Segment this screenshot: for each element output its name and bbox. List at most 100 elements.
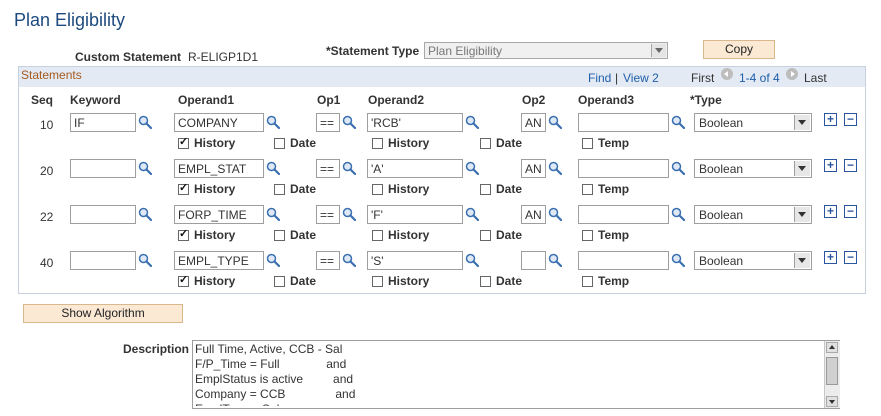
operand1-history-checkbox[interactable] (178, 273, 189, 287)
operand3-temp-checkbox[interactable] (582, 230, 593, 241)
operand1-date-checkbox[interactable] (274, 230, 285, 241)
keyword-input[interactable]: IF (70, 113, 136, 132)
op1-input[interactable]: == (316, 159, 340, 178)
operand3-lookup-icon[interactable] (671, 253, 686, 268)
op2-lookup-icon[interactable] (548, 161, 563, 176)
op2-input[interactable]: AN (521, 113, 546, 132)
type-select[interactable]: Boolean (694, 251, 812, 270)
add-row-button[interactable]: + (824, 205, 837, 218)
operand1-input[interactable]: EMPL_STAT (174, 159, 264, 178)
op1-lookup-icon[interactable] (342, 207, 357, 222)
op2-lookup-icon[interactable] (548, 207, 563, 222)
statement-type-select[interactable]: Plan Eligibility (424, 42, 668, 59)
op1-lookup-icon[interactable] (342, 161, 357, 176)
show-algorithm-button[interactable]: Show Algorithm (23, 304, 183, 323)
scroll-down-icon[interactable] (826, 396, 838, 407)
operand1-date-checkbox[interactable] (274, 138, 285, 149)
operand2-history-checkbox[interactable] (372, 138, 383, 149)
find-link[interactable]: Find (588, 71, 611, 85)
keyword-input[interactable] (70, 159, 136, 178)
operand1-input[interactable]: COMPANY (174, 113, 264, 132)
operand1-date-label: Date (290, 182, 317, 196)
operand2-history-checkbox[interactable] (372, 276, 383, 287)
operand3-temp-checkbox[interactable] (582, 184, 593, 195)
remove-row-button[interactable]: − (844, 159, 857, 172)
op1-lookup-icon[interactable] (342, 115, 357, 130)
operand2-lookup-icon[interactable] (465, 115, 480, 130)
op1-lookup-icon[interactable] (342, 253, 357, 268)
statements-title: Statements (21, 68, 82, 82)
type-value: Boolean (699, 254, 744, 268)
operand1-date-checkbox[interactable] (274, 184, 285, 195)
operand1-lookup-icon[interactable] (266, 161, 281, 176)
col-keyword: Keyword (70, 93, 121, 107)
previous-arrow-icon[interactable] (721, 68, 733, 80)
op1-input[interactable]: == (316, 205, 340, 224)
operand2-date-checkbox[interactable] (480, 230, 491, 241)
operand2-history-checkbox[interactable] (372, 230, 383, 241)
op2-input[interactable]: AN (521, 205, 546, 224)
operand3-input[interactable] (578, 205, 669, 224)
operand1-lookup-icon[interactable] (266, 115, 281, 130)
operand2-input[interactable]: 'F' (367, 205, 463, 224)
scroll-up-icon[interactable] (826, 342, 838, 353)
operand3-input[interactable] (578, 251, 669, 270)
operand3-lookup-icon[interactable] (671, 161, 686, 176)
operand2-lookup-icon[interactable] (465, 161, 480, 176)
operand3-temp-checkbox[interactable] (582, 138, 593, 149)
operand2-history-checkbox[interactable] (372, 184, 383, 195)
operand2-input[interactable]: 'RCB' (367, 113, 463, 132)
op1-input[interactable]: == (316, 251, 340, 270)
operand2-lookup-icon[interactable] (465, 207, 480, 222)
operand3-lookup-icon[interactable] (671, 115, 686, 130)
keyword-input[interactable] (70, 205, 136, 224)
operand3-temp-checkbox[interactable] (582, 276, 593, 287)
operand2-input[interactable]: 'S' (367, 251, 463, 270)
operand1-lookup-icon[interactable] (266, 253, 281, 268)
next-arrow-icon[interactable] (786, 68, 798, 80)
chevron-down-icon (794, 207, 810, 222)
operand3-input[interactable] (578, 159, 669, 178)
operand2-date-label: Date (496, 228, 523, 242)
type-select[interactable]: Boolean (694, 113, 812, 132)
type-select[interactable]: Boolean (694, 159, 812, 178)
description-scrollbar[interactable] (824, 341, 840, 408)
operand3-lookup-icon[interactable] (671, 207, 686, 222)
operand2-input[interactable]: 'A' (367, 159, 463, 178)
scroll-thumb[interactable] (826, 357, 838, 385)
plus-icon: + (826, 204, 834, 218)
operand1-date-checkbox[interactable] (274, 276, 285, 287)
operand1-lookup-icon[interactable] (266, 207, 281, 222)
keyword-input[interactable] (70, 251, 136, 270)
operand2-lookup-icon[interactable] (465, 253, 480, 268)
keyword-lookup-icon[interactable] (138, 115, 153, 130)
operand1-input[interactable]: FORP_TIME (174, 205, 264, 224)
operand1-history-checkbox[interactable] (178, 181, 189, 195)
op2-input[interactable] (521, 251, 546, 270)
op2-lookup-icon[interactable] (548, 253, 563, 268)
keyword-lookup-icon[interactable] (138, 253, 153, 268)
op1-input[interactable]: == (316, 113, 340, 132)
keyword-lookup-icon[interactable] (138, 161, 153, 176)
remove-row-button[interactable]: − (844, 205, 857, 218)
view-all-link[interactable]: View 2 (623, 71, 659, 85)
description-line: Full Time, Active, CCB - Sal (195, 342, 343, 356)
operand3-input[interactable] (578, 113, 669, 132)
operand2-date-checkbox[interactable] (480, 138, 491, 149)
add-row-button[interactable]: + (824, 251, 837, 264)
operand1-history-checkbox[interactable] (178, 227, 189, 241)
keyword-lookup-icon[interactable] (138, 207, 153, 222)
copy-button[interactable]: Copy (703, 40, 775, 59)
operand2-date-checkbox[interactable] (480, 184, 491, 195)
op2-input[interactable]: AN (521, 159, 546, 178)
operand1-history-checkbox[interactable] (178, 135, 189, 149)
type-select[interactable]: Boolean (694, 205, 812, 224)
operand2-date-label: Date (496, 182, 523, 196)
remove-row-button[interactable]: − (844, 251, 857, 264)
add-row-button[interactable]: + (824, 159, 837, 172)
operand1-input[interactable]: EMPL_TYPE (174, 251, 264, 270)
add-row-button[interactable]: + (824, 113, 837, 126)
op2-lookup-icon[interactable] (548, 115, 563, 130)
operand2-date-checkbox[interactable] (480, 276, 491, 287)
remove-row-button[interactable]: − (844, 113, 857, 126)
